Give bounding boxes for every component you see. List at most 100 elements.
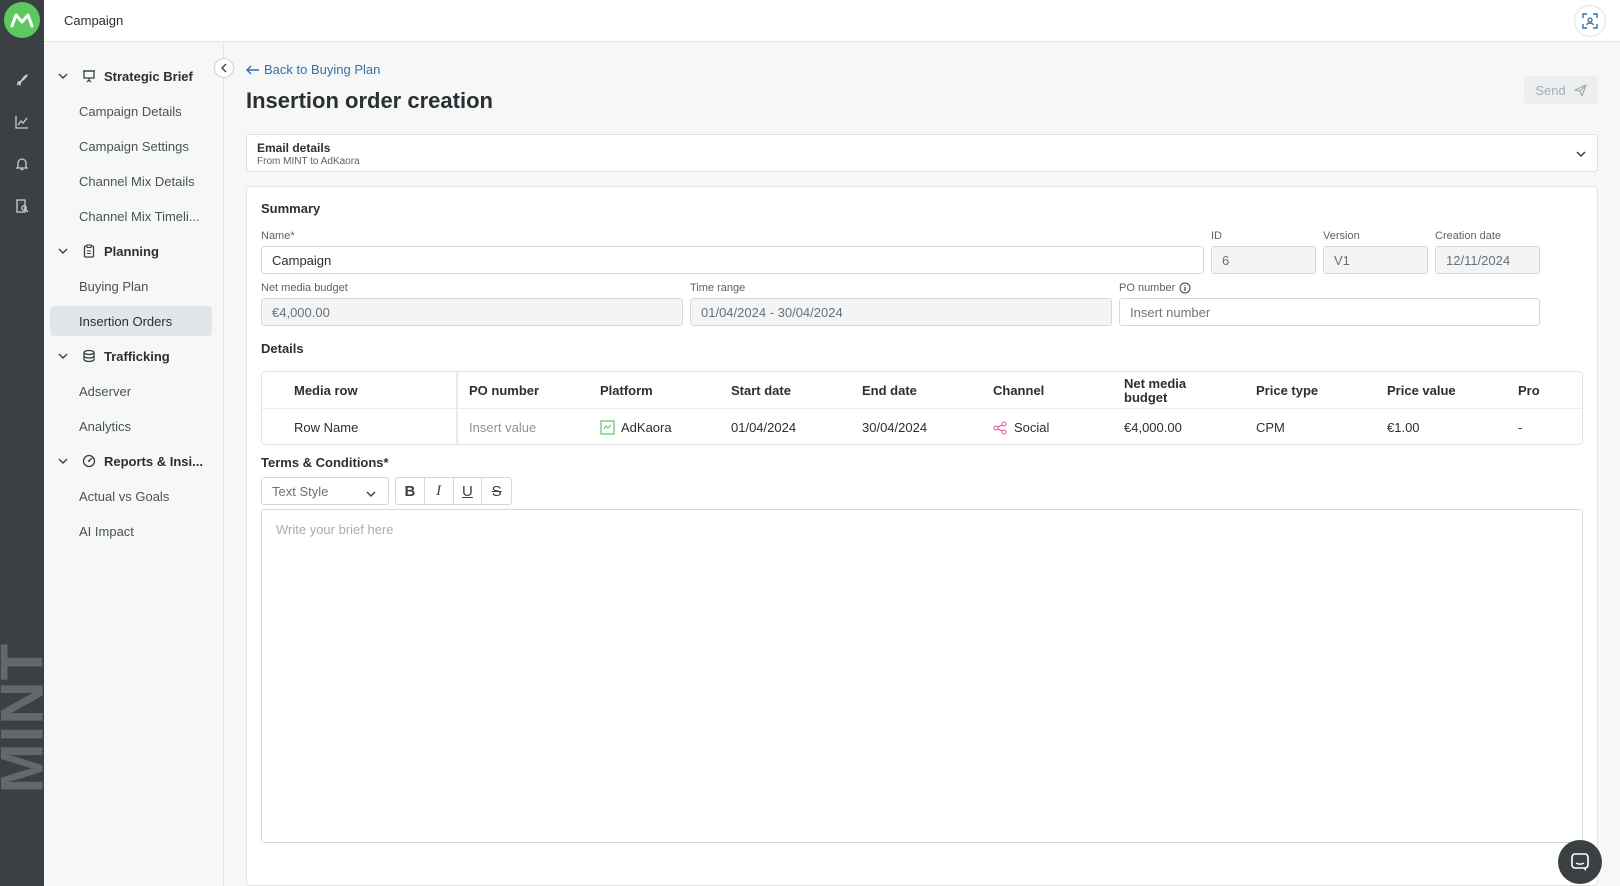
summary-title: Summary xyxy=(261,201,321,216)
budget-cell: €4,000.00 xyxy=(1124,420,1182,435)
share-icon xyxy=(993,420,1007,435)
sidebar-item-channel-mix-timeline[interactable]: Channel Mix Timeli... xyxy=(50,201,212,231)
media-row-cell: Row Name xyxy=(294,420,359,435)
scan-button[interactable] xyxy=(1574,5,1606,37)
creation-date-field: 12/11/2024 xyxy=(1435,246,1540,274)
page-title: Insertion order creation xyxy=(246,88,493,113)
text-style-select[interactable]: Text Style xyxy=(261,477,389,505)
column-header[interactable]: Price value xyxy=(1387,372,1456,409)
sidebar-group-label: Planning xyxy=(104,243,159,259)
email-details-title: Email details xyxy=(257,141,331,155)
sticky-column-divider xyxy=(456,372,458,444)
rocket-icon[interactable] xyxy=(12,70,32,90)
sidebar-item-ai-impact[interactable]: AI Impact xyxy=(50,516,212,546)
table-header-row: Media row PO number Platform Start date … xyxy=(262,372,1582,409)
mint-logo-icon[interactable] xyxy=(4,2,40,38)
sidebar-item-campaign-settings[interactable]: Campaign Settings xyxy=(50,131,212,161)
column-header[interactable]: PO number xyxy=(469,372,539,409)
id-label: ID xyxy=(1211,230,1222,242)
sidebar-group-planning[interactable]: Planning xyxy=(58,233,159,269)
price-value-cell: €1.00 xyxy=(1387,420,1420,435)
budget-field: €4,000.00 xyxy=(261,298,683,326)
column-header[interactable]: Net media budget xyxy=(1124,372,1210,409)
column-header[interactable]: Pro xyxy=(1518,372,1582,409)
campaign-title: Campaign xyxy=(64,13,124,28)
budget-label: Net media budget xyxy=(261,282,348,294)
column-header[interactable]: Channel xyxy=(993,372,1044,409)
chat-support-button[interactable] xyxy=(1558,840,1602,884)
format-buttons: B I U S xyxy=(395,477,512,505)
sidebar-item-insertion-orders[interactable]: Insertion Orders xyxy=(50,306,212,336)
po-number-input[interactable] xyxy=(1120,299,1539,325)
send-button[interactable]: Send xyxy=(1524,76,1598,104)
chart-line-icon[interactable] xyxy=(12,112,32,132)
insertion-order-form: Summary Name* Campaign ID 6 Version V1 C… xyxy=(246,186,1598,886)
sidebar-item-campaign-details[interactable]: Campaign Details xyxy=(50,96,212,126)
table-row[interactable]: Row Name Insert value AdKaora 01/04/2024… xyxy=(262,409,1582,444)
report-icon[interactable] xyxy=(12,196,32,216)
back-to-buying-plan-link[interactable]: Back to Buying Plan xyxy=(246,62,380,77)
terms-editor[interactable]: Write your brief here xyxy=(261,509,1583,843)
chevron-down-icon xyxy=(1575,147,1587,165)
sidebar-group-reports[interactable]: Reports & Insi... xyxy=(58,443,203,479)
po-number-label-group: PO number xyxy=(1119,282,1191,294)
gauge-icon xyxy=(82,454,102,468)
app-rail: MINT xyxy=(0,0,56,886)
italic-button[interactable]: I xyxy=(425,478,454,504)
info-icon xyxy=(1179,282,1191,294)
scan-icon xyxy=(1582,13,1598,29)
sidebar-item-analytics[interactable]: Analytics xyxy=(50,411,212,441)
version-label: Version xyxy=(1323,230,1360,242)
end-date-cell: 30/04/2024 xyxy=(862,420,928,435)
column-header[interactable]: Media row xyxy=(294,372,358,409)
bold-button[interactable]: B xyxy=(396,478,425,504)
send-button-label: Send xyxy=(1535,82,1566,98)
bell-icon[interactable] xyxy=(12,154,32,174)
sidebar-item-channel-mix-details[interactable]: Channel Mix Details xyxy=(50,166,212,196)
sidebar-item-adserver[interactable]: Adserver xyxy=(50,376,212,406)
channel-name: Social xyxy=(1014,420,1050,435)
column-header[interactable]: Start date xyxy=(731,372,791,409)
editor-placeholder: Write your brief here xyxy=(276,522,394,537)
po-number-label: PO number xyxy=(1119,282,1176,294)
collapse-sidebar-button[interactable] xyxy=(214,58,234,78)
price-type-cell: CPM xyxy=(1256,420,1285,435)
creation-date-label: Creation date xyxy=(1435,230,1502,242)
po-number-field[interactable] xyxy=(1119,298,1540,326)
presentation-icon xyxy=(82,69,102,83)
platform-logo-icon xyxy=(600,420,615,435)
sidebar-item-buying-plan[interactable]: Buying Plan xyxy=(50,271,212,301)
strikethrough-button[interactable]: S xyxy=(482,478,511,504)
sidebar-group-label: Reports & Insi... xyxy=(104,453,203,469)
column-header[interactable]: Price type xyxy=(1256,372,1318,409)
column-header[interactable]: End date xyxy=(862,372,917,409)
time-range-field: 01/04/2024 - 30/04/2024 xyxy=(690,298,1112,326)
sidebar-group-label: Trafficking xyxy=(104,348,170,364)
version-field: V1 xyxy=(1323,246,1428,274)
name-field[interactable]: Campaign xyxy=(261,246,1204,274)
arrow-left-icon xyxy=(246,65,259,74)
email-details-accordion[interactable]: Email details From MINT to AdKaora xyxy=(246,134,1598,172)
clipboard-icon xyxy=(82,244,102,258)
channel-cell: Social xyxy=(993,409,1050,444)
platform-cell: AdKaora xyxy=(600,409,672,444)
underline-button[interactable]: U xyxy=(454,478,483,504)
send-icon xyxy=(1574,83,1587,97)
chevron-down-icon xyxy=(58,71,76,81)
terms-title: Terms & Conditions* xyxy=(261,455,389,470)
pro-cell: - xyxy=(1518,420,1523,435)
back-link-label: Back to Buying Plan xyxy=(264,62,381,77)
po-number-cell[interactable]: Insert value xyxy=(469,409,536,444)
main-content: Back to Buying Plan Insertion order crea… xyxy=(224,42,1620,886)
start-date-cell: 01/04/2024 xyxy=(731,420,797,435)
sidebar-group-strategic-brief[interactable]: Strategic Brief xyxy=(58,58,193,94)
time-range-label: Time range xyxy=(690,282,746,294)
chat-icon xyxy=(1571,853,1589,871)
text-style-value: Text Style xyxy=(272,483,329,499)
chevron-down-icon xyxy=(58,456,76,466)
sidebar-group-trafficking[interactable]: Trafficking xyxy=(58,338,170,374)
sidebar: Strategic Brief Campaign Details Campaig… xyxy=(44,42,224,886)
column-header[interactable]: Platform xyxy=(600,372,653,409)
sidebar-item-actual-vs-goals[interactable]: Actual vs Goals xyxy=(50,481,212,511)
chevron-down-icon xyxy=(58,246,76,256)
